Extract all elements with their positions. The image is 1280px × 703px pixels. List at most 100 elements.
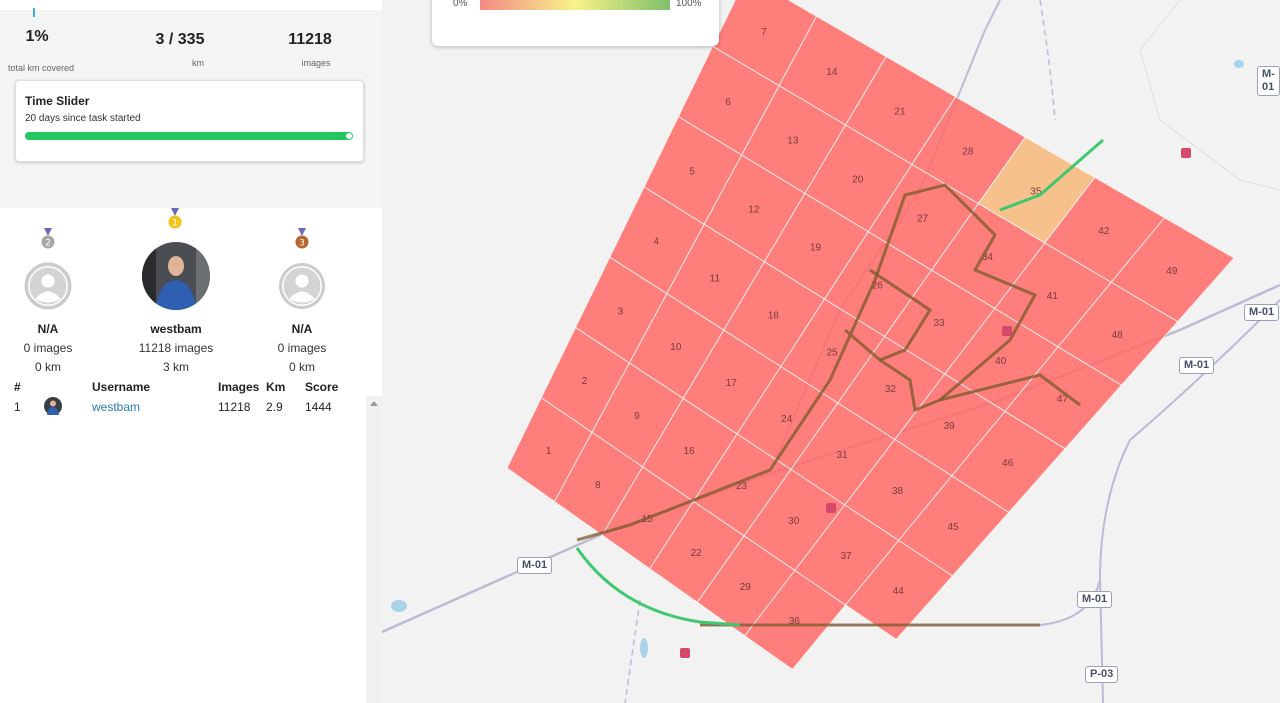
grid-cell-label-9: 9 bbox=[634, 411, 640, 422]
road-label-p03: P-03 bbox=[1085, 666, 1119, 683]
train-station-icon bbox=[826, 503, 836, 513]
grid-cell-label-19: 19 bbox=[810, 242, 822, 253]
covered-percent: 1% bbox=[25, 28, 49, 45]
map-canvas[interactable]: 1234567891011121314151617181920212223242… bbox=[382, 0, 1280, 703]
bronze-medal-icon: 3 bbox=[295, 228, 309, 249]
grid-cell-label-40: 40 bbox=[995, 356, 1007, 367]
grid-cell-label-17: 17 bbox=[726, 378, 738, 389]
coverage-legend: 0% 100% bbox=[432, 0, 719, 46]
time-slider-subtitle: 20 days since task started bbox=[25, 113, 141, 124]
grid-cell-label-5: 5 bbox=[689, 167, 695, 178]
grid-cell-label-22: 22 bbox=[691, 548, 703, 559]
row-username-link[interactable]: westbam bbox=[92, 400, 140, 414]
grid-cell-label-46: 46 bbox=[1002, 458, 1014, 469]
road-label-m01-a: M-01 bbox=[517, 557, 553, 574]
road-label-m01-b: M-01 bbox=[1077, 591, 1113, 608]
grid-cell-label-24: 24 bbox=[781, 414, 793, 425]
train-station-icon bbox=[680, 648, 690, 658]
leaderboard-scrollbar[interactable] bbox=[366, 396, 382, 703]
images-label: images bbox=[301, 58, 331, 68]
train-station-icon bbox=[1002, 326, 1012, 336]
grid-cell-label-42: 42 bbox=[1098, 226, 1110, 237]
grid-cell-label-37: 37 bbox=[840, 551, 852, 562]
silver-medal-number: 2 bbox=[45, 239, 51, 249]
header-images[interactable]: Images bbox=[218, 380, 259, 394]
podium-1-images: 11218 images bbox=[138, 341, 214, 355]
podium-2-name: N/A bbox=[37, 322, 59, 336]
gold-medal-number: 1 bbox=[172, 219, 178, 229]
grid-cell-label-41: 41 bbox=[1047, 291, 1059, 302]
grid-cell-label-44: 44 bbox=[893, 586, 905, 597]
road-label-m01-c: M-01 bbox=[1179, 357, 1215, 374]
grid-cell-label-20: 20 bbox=[852, 175, 864, 186]
grid-cell-label-11: 11 bbox=[710, 273, 721, 284]
header-score[interactable]: Score bbox=[305, 380, 338, 394]
sidebar: 1% total km covered 3 / 335 km 11218 ima… bbox=[0, 0, 382, 703]
legend-min-label: 0% bbox=[453, 0, 468, 9]
header-username[interactable]: Username bbox=[92, 380, 150, 394]
avatar-placeholder-3 bbox=[279, 263, 325, 309]
legend-max-label: 100% bbox=[676, 0, 702, 9]
podium-1-km: 3 km bbox=[162, 360, 189, 374]
grid-cell-label-4: 4 bbox=[654, 236, 660, 247]
legend-gradient-bar bbox=[480, 0, 670, 10]
grid-cell-label-12: 12 bbox=[748, 205, 760, 216]
time-slider-track[interactable] bbox=[25, 132, 353, 140]
grid-cell-label-1: 1 bbox=[546, 446, 552, 457]
row-avatar bbox=[44, 397, 62, 415]
podium-3-images: 0 images bbox=[277, 341, 327, 355]
grid-cell-label-48: 48 bbox=[1112, 330, 1124, 341]
images-value: 11218 bbox=[288, 31, 332, 48]
map[interactable]: 1 2 3 4 5 6 7 8 9 10 11 12 13 14 15 16 17 18 19 20 21 22 23 24 2… bbox=[382, 0, 1280, 703]
podium-3-name: N/A bbox=[291, 322, 313, 336]
grid-cell-label-2: 2 bbox=[582, 376, 588, 387]
grid-cell-label-45: 45 bbox=[947, 522, 959, 533]
time-slider-handle[interactable] bbox=[346, 133, 352, 139]
stats-panel: 1% total km covered 3 / 335 km 11218 ima… bbox=[0, 0, 382, 208]
grid-cell-label-3: 3 bbox=[618, 306, 624, 317]
time-slider-title: Time Slider bbox=[25, 94, 90, 108]
scroll-up-arrow-icon[interactable] bbox=[370, 401, 378, 406]
time-slider-card: Time Slider 20 days since task started bbox=[15, 80, 364, 162]
podium-2-km: 0 km bbox=[34, 360, 61, 374]
road-label-m01-d: M-01 bbox=[1244, 304, 1280, 321]
podium-3-info: N/A 0 images 0 km bbox=[242, 322, 362, 374]
row-rank: 1 bbox=[14, 400, 21, 414]
grid-cell-label-28: 28 bbox=[962, 146, 974, 157]
km-label: km bbox=[192, 58, 204, 68]
avatar-placeholder-2 bbox=[24, 262, 72, 310]
row-km: 2.9 bbox=[266, 400, 283, 414]
header-rank: # bbox=[14, 380, 21, 394]
avatar-westbam[interactable] bbox=[142, 242, 210, 310]
podium-2-images: 0 images bbox=[23, 341, 73, 355]
progress-tick bbox=[33, 8, 35, 17]
grid-cell-label-30: 30 bbox=[788, 516, 800, 527]
row-images: 11218 bbox=[218, 400, 251, 414]
grid-cell-label-29: 29 bbox=[740, 582, 752, 593]
grid-cell-label-6: 6 bbox=[725, 97, 731, 108]
coverage-grid: 1234567891011121314151617181920212223242… bbox=[506, 0, 1235, 671]
grid-cell-label-8: 8 bbox=[595, 480, 601, 491]
podium: 2 N/A 0 images 0 km 1 westbam 11218 imag… bbox=[0, 208, 382, 378]
silver-medal-icon: 2 bbox=[41, 228, 55, 249]
grid-cell-label-25: 25 bbox=[826, 347, 838, 358]
grid-cell-label-31: 31 bbox=[837, 450, 849, 461]
row-score: 1444 bbox=[305, 400, 332, 414]
grid-cell-label-18: 18 bbox=[768, 310, 780, 321]
podium-3-km: 0 km bbox=[288, 360, 315, 374]
train-station-icon bbox=[1181, 148, 1191, 158]
stats-card bbox=[0, 0, 382, 17]
grid-cell-label-16: 16 bbox=[684, 446, 696, 457]
header-km[interactable]: Km bbox=[266, 380, 285, 394]
road-label-m01-e: M-01 bbox=[1257, 66, 1280, 96]
podium-1-name: westbam bbox=[150, 322, 202, 336]
grid-cell-label-49: 49 bbox=[1166, 266, 1178, 277]
grid-cell-label-38: 38 bbox=[892, 486, 904, 497]
grid-cell-label-32: 32 bbox=[885, 384, 897, 395]
gold-medal-icon: 1 bbox=[168, 208, 182, 229]
grid-cell-label-21: 21 bbox=[894, 107, 906, 118]
grid-cell-label-13: 13 bbox=[787, 136, 799, 147]
grid-cell-label-10: 10 bbox=[670, 342, 682, 353]
grid-cell-label-39: 39 bbox=[944, 421, 956, 432]
podium-1-info: westbam 11218 images 3 km bbox=[116, 322, 236, 374]
